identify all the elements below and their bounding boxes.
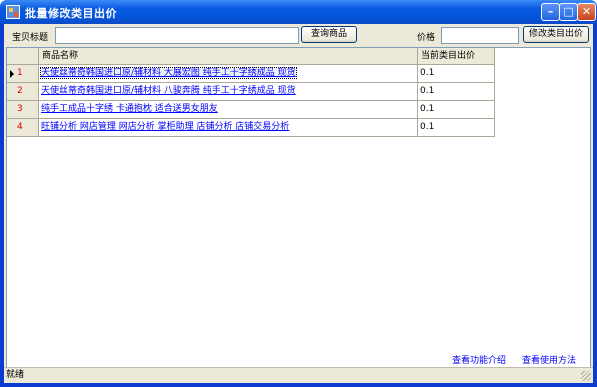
features-link[interactable]: 查看功能介绍 — [452, 353, 506, 366]
status-bar: 就绪 — [4, 367, 593, 383]
row-number[interactable]: 2 — [7, 83, 39, 101]
price-cell[interactable]: 0.1 — [418, 101, 495, 119]
price-cell[interactable]: 0.1 — [418, 83, 495, 101]
row-number[interactable]: 4 — [7, 119, 39, 137]
column-header-name[interactable]: 商品名称 — [39, 48, 418, 65]
app-window: 批量修改类目出价 – □ ✕ 宝贝标题 查询商品 价格 修改类目出价 商品名称 … — [0, 0, 597, 387]
modify-price-button[interactable]: 修改类目出价 — [523, 26, 589, 43]
current-row-arrow-icon — [10, 70, 14, 78]
product-name-cell[interactable]: 纯手工成品十字绣 卡通抱枕 适合送男女朋友 — [39, 101, 418, 119]
main-panel: 宝贝标题 查询商品 价格 修改类目出价 商品名称 当前类目出价 1 天使丝蒂奇韩… — [4, 24, 593, 383]
status-text: 就绪 — [6, 370, 25, 380]
product-name-cell[interactable]: 天使丝蒂奇韩国进口原/辅材料 大展宏图 纯手工十字绣成品 现货 — [39, 65, 418, 83]
resize-grip-icon[interactable] — [581, 371, 591, 381]
minimize-button[interactable]: – — [541, 3, 560, 21]
price-cell[interactable]: 0.1 — [418, 119, 495, 137]
column-header-price[interactable]: 当前类目出价 — [418, 48, 495, 65]
product-name-cell[interactable]: 旺铺分析 网店管理 网店分析 掌柜助理 店铺分析 店铺交易分析 — [39, 119, 418, 137]
product-name-cell[interactable]: 天使丝蒂奇韩国进口原/辅材料 八骏奔腾 纯手工十字绣成品 现货 — [39, 83, 418, 101]
price-cell[interactable]: 0.1 — [418, 65, 495, 83]
product-grid: 商品名称 当前类目出价 1 天使丝蒂奇韩国进口原/辅材料 大展宏图 纯手工十字绣… — [6, 47, 591, 371]
window-title: 批量修改类目出价 — [25, 7, 117, 20]
grid-corner-header — [7, 48, 39, 65]
product-link[interactable]: 天使丝蒂奇韩国进口原/辅材料 大展宏图 纯手工十字绣成品 现货 — [40, 67, 297, 79]
app-icon — [6, 5, 20, 19]
close-button[interactable]: ✕ — [577, 3, 596, 21]
product-link[interactable]: 旺铺分析 网店管理 网店分析 掌柜助理 店铺分析 店铺交易分析 — [41, 122, 289, 132]
title-input[interactable] — [55, 27, 299, 44]
title-label: 宝贝标题 — [12, 33, 49, 43]
query-button[interactable]: 查询商品 — [301, 26, 357, 43]
title-bar[interactable]: 批量修改类目出价 – □ ✕ — [0, 0, 597, 24]
usage-link[interactable]: 查看使用方法 — [522, 353, 576, 366]
price-input[interactable] — [441, 27, 519, 44]
product-link[interactable]: 纯手工成品十字绣 卡通抱枕 适合送男女朋友 — [41, 104, 218, 114]
row-number[interactable]: 3 — [7, 101, 39, 119]
row-number[interactable]: 1 — [7, 65, 39, 83]
price-label: 价格 — [417, 33, 436, 43]
maximize-button[interactable]: □ — [559, 3, 578, 21]
product-link[interactable]: 天使丝蒂奇韩国进口原/辅材料 八骏奔腾 纯手工十字绣成品 现货 — [41, 86, 296, 96]
